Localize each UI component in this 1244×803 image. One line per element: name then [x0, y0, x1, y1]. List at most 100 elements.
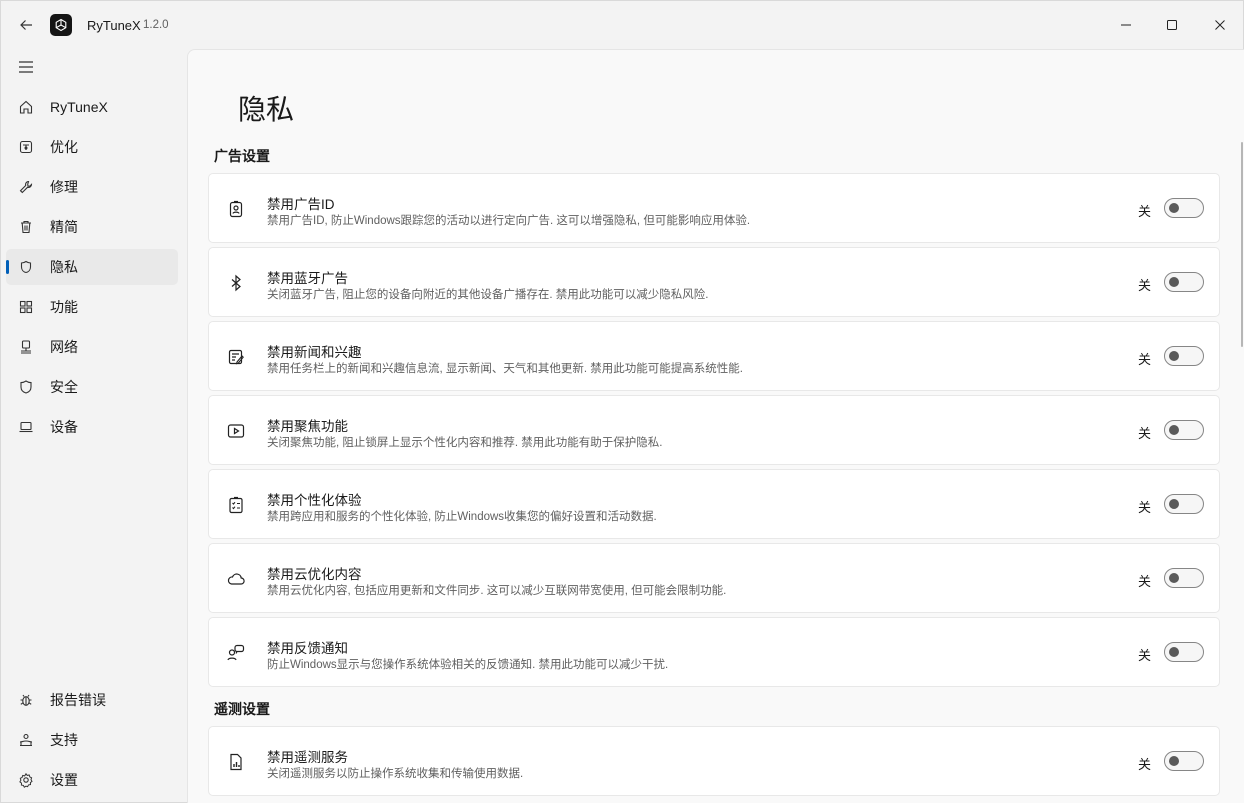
setting-card-spotlight: 禁用聚焦功能 关闭聚焦功能, 阻止锁屏上显示个性化内容和推荐. 禁用此功能有助于… — [208, 395, 1220, 465]
features-icon — [17, 298, 35, 316]
app-title: RyTuneX — [87, 18, 141, 33]
optimize-icon — [17, 138, 35, 156]
toggle-switch[interactable] — [1164, 272, 1204, 292]
setting-description: 关闭蓝牙广告, 阻止您的设备向附近的其他设备广播存在. 禁用此功能可以减少隐私风… — [267, 289, 709, 301]
sidebar-item-repair[interactable]: 修理 — [6, 169, 178, 205]
toggle-switch[interactable] — [1164, 420, 1204, 440]
toggle-state-label: 关 — [1138, 574, 1152, 589]
sidebar-item-security[interactable]: 安全 — [6, 369, 178, 405]
privacy-icon — [17, 258, 35, 276]
bug-icon — [17, 691, 35, 709]
home-icon — [17, 98, 35, 116]
toggle-state-label: 关 — [1138, 426, 1152, 441]
close-button[interactable] — [1197, 1, 1243, 49]
setting-title: 禁用个性化体验 — [267, 493, 362, 508]
sidebar-item-label: 功能 — [50, 299, 78, 315]
sidebar-item-label: 报告错误 — [50, 692, 106, 708]
sidebar-item-report-bug[interactable]: 报告错误 — [6, 682, 178, 718]
sidebar-item-label: 优化 — [50, 139, 78, 155]
sidebar-item-settings[interactable]: 设置 — [6, 762, 178, 798]
toggle-switch[interactable] — [1164, 642, 1204, 662]
section-title-telemetry: 遥测设置 — [214, 701, 270, 717]
app-window: RyTuneX 1.2.0 RyTuneX 优化 修理 精简 隐私 功能 网络 … — [0, 0, 1244, 803]
setting-card-tailored-experiences: 禁用个性化体验 禁用跨应用和服务的个性化体验, 防止Windows收集您的偏好设… — [208, 469, 1220, 539]
toggle-state-label: 关 — [1138, 278, 1152, 293]
setting-card-feedback-notifications: 禁用反馈通知 防止Windows显示与您操作系统体验相关的反馈通知. 禁用此功能… — [208, 617, 1220, 687]
setting-card-bluetooth-advertising: 禁用蓝牙广告 关闭蓝牙广告, 阻止您的设备向附近的其他设备广播存在. 禁用此功能… — [208, 247, 1220, 317]
toggle-knob — [1169, 425, 1179, 435]
toggle-knob — [1169, 203, 1179, 213]
setting-title: 禁用广告ID — [267, 197, 335, 212]
toggle-switch[interactable] — [1164, 346, 1204, 366]
hamburger-icon — [19, 61, 33, 73]
setting-description: 禁用任务栏上的新闻和兴趣信息流, 显示新闻、天气和其他更新. 禁用此功能可能提高… — [267, 363, 743, 375]
laptop-icon — [17, 418, 35, 436]
sidebar-item-optimize[interactable]: 优化 — [6, 129, 178, 165]
sidebar-item-label: 修理 — [50, 179, 78, 195]
spotlight-icon — [225, 420, 247, 442]
toggle-knob — [1169, 647, 1179, 657]
sidebar-item-debloat[interactable]: 精简 — [6, 209, 178, 245]
toggle-switch[interactable] — [1164, 751, 1204, 771]
setting-title: 禁用聚焦功能 — [267, 419, 348, 434]
setting-card-telemetry: 禁用遥测服务 关闭遥测服务以防止操作系统收集和传输使用数据. 关 — [208, 726, 1220, 796]
toggle-switch[interactable] — [1164, 198, 1204, 218]
sidebar-item-privacy[interactable]: 隐私 — [6, 249, 178, 285]
support-icon — [17, 731, 35, 749]
maximize-icon — [1167, 20, 1177, 30]
menu-toggle-button[interactable] — [11, 53, 41, 81]
toggle-knob — [1169, 756, 1179, 766]
setting-description: 防止Windows显示与您操作系统体验相关的反馈通知. 禁用此功能可以减少干扰. — [267, 659, 669, 671]
feedback-icon — [225, 642, 247, 664]
wrench-icon — [17, 178, 35, 196]
section-title-ads: 广告设置 — [214, 148, 270, 164]
vertical-scrollbar[interactable] — [1241, 142, 1243, 347]
news-icon — [225, 346, 247, 368]
toggle-knob — [1169, 573, 1179, 583]
network-icon — [17, 338, 35, 356]
minimize-button[interactable] — [1103, 1, 1149, 49]
toggle-switch[interactable] — [1164, 568, 1204, 588]
setting-title: 禁用遥测服务 — [267, 750, 348, 765]
sidebar-item-label: RyTuneX — [50, 99, 108, 115]
setting-title: 禁用云优化内容 — [267, 567, 362, 582]
toggle-state-label: 关 — [1138, 500, 1152, 515]
toggle-switch[interactable] — [1164, 494, 1204, 514]
cloud-icon — [225, 568, 247, 590]
toggle-knob — [1169, 351, 1179, 361]
setting-card-news-interests: 禁用新闻和兴趣 禁用任务栏上的新闻和兴趣信息流, 显示新闻、天气和其他更新. 禁… — [208, 321, 1220, 391]
gear-icon — [17, 771, 35, 789]
back-button[interactable] — [11, 11, 41, 39]
toggle-state-label: 关 — [1138, 352, 1152, 367]
toggle-state-label: 关 — [1138, 204, 1152, 219]
checklist-icon — [225, 494, 247, 516]
maximize-button[interactable] — [1149, 1, 1195, 49]
sidebar-item-label: 安全 — [50, 379, 78, 395]
main-content: 隐私 广告设置 禁用广告ID 禁用广告ID, 防止Windows跟踪您的活动以进… — [187, 49, 1244, 803]
sidebar-item-label: 设置 — [50, 772, 78, 788]
setting-description: 禁用广告ID, 防止Windows跟踪您的活动以进行定向广告. 这可以增强隐私,… — [267, 215, 751, 227]
toggle-knob — [1169, 277, 1179, 287]
toggle-knob — [1169, 499, 1179, 509]
sidebar-item-support[interactable]: 支持 — [6, 722, 178, 758]
sidebar-item-network[interactable]: 网络 — [6, 329, 178, 365]
sidebar-item-label: 支持 — [50, 732, 78, 748]
page-title: 隐私 — [238, 94, 295, 125]
setting-description: 禁用跨应用和服务的个性化体验, 防止Windows收集您的偏好设置和活动数据. — [267, 511, 657, 523]
app-version: 1.2.0 — [143, 19, 169, 31]
sidebar-item-label: 网络 — [50, 339, 78, 355]
setting-description: 关闭聚焦功能, 阻止锁屏上显示个性化内容和推荐. 禁用此功能有助于保护隐私. — [267, 437, 663, 449]
bluetooth-icon — [225, 272, 247, 294]
sidebar-item-features[interactable]: 功能 — [6, 289, 178, 325]
telemetry-icon — [225, 751, 247, 773]
title-bar: RyTuneX 1.2.0 — [1, 1, 1243, 49]
setting-description: 禁用云优化内容, 包括应用更新和文件同步. 这可以减少互联网带宽使用, 但可能会… — [267, 585, 727, 597]
sidebar-item-home[interactable]: RyTuneX — [6, 89, 178, 125]
shield-icon — [17, 378, 35, 396]
trash-icon — [17, 218, 35, 236]
close-icon — [1215, 20, 1225, 30]
sidebar-item-devices[interactable]: 设备 — [6, 409, 178, 445]
setting-title: 禁用反馈通知 — [267, 641, 348, 656]
arrow-left-icon — [20, 20, 32, 30]
toggle-state-label: 关 — [1138, 757, 1152, 772]
